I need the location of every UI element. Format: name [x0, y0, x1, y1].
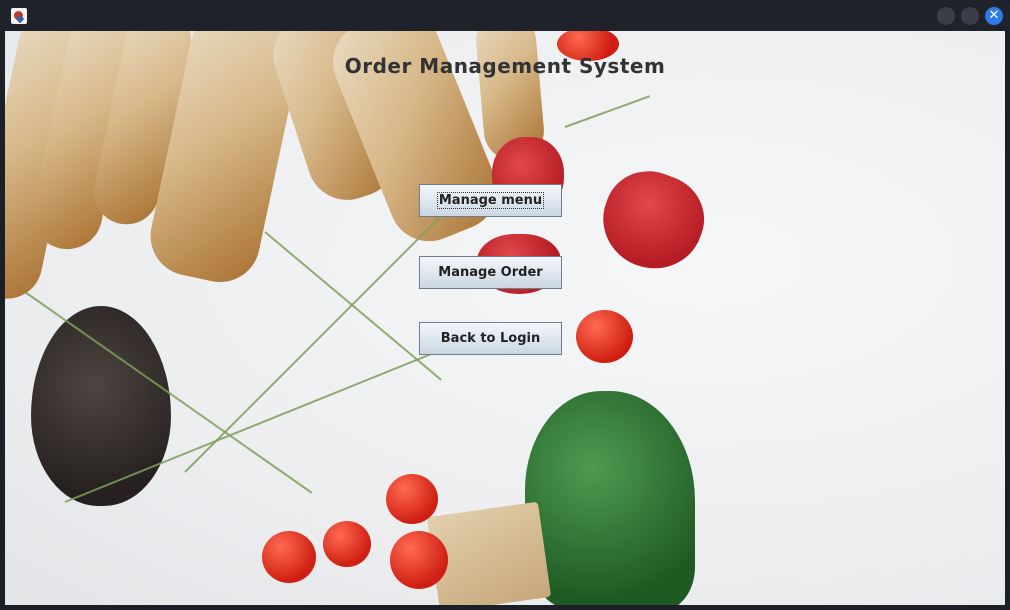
manage-order-button[interactable]: Manage Order	[419, 256, 562, 289]
kale-image	[525, 391, 695, 605]
tomato-image	[390, 531, 448, 589]
maximize-button[interactable]	[961, 7, 979, 25]
manage-menu-button[interactable]: Manage menu	[419, 184, 562, 217]
app-window: ✕ Order Management System Manage menu Ma…	[0, 0, 1010, 610]
tomato-image	[386, 474, 438, 524]
avocado-image	[31, 306, 171, 506]
tomato-image	[576, 310, 633, 363]
tomato-image	[262, 531, 316, 583]
close-icon[interactable]: ✕	[985, 7, 1003, 25]
herb-stem-image	[264, 231, 442, 381]
tomato-image	[323, 521, 371, 567]
herb-stem-image	[564, 95, 650, 128]
back-to-login-button[interactable]: Back to Login	[419, 322, 562, 355]
minimize-button[interactable]	[937, 7, 955, 25]
strawberry-image	[589, 158, 717, 283]
app-icon	[11, 8, 27, 24]
manage-menu-label: Manage menu	[436, 192, 545, 209]
page-title: Order Management System	[344, 54, 666, 78]
background-image-panel: Order Management System Manage menu Mana…	[5, 31, 1005, 605]
title-bar[interactable]: ✕	[0, 0, 1010, 31]
